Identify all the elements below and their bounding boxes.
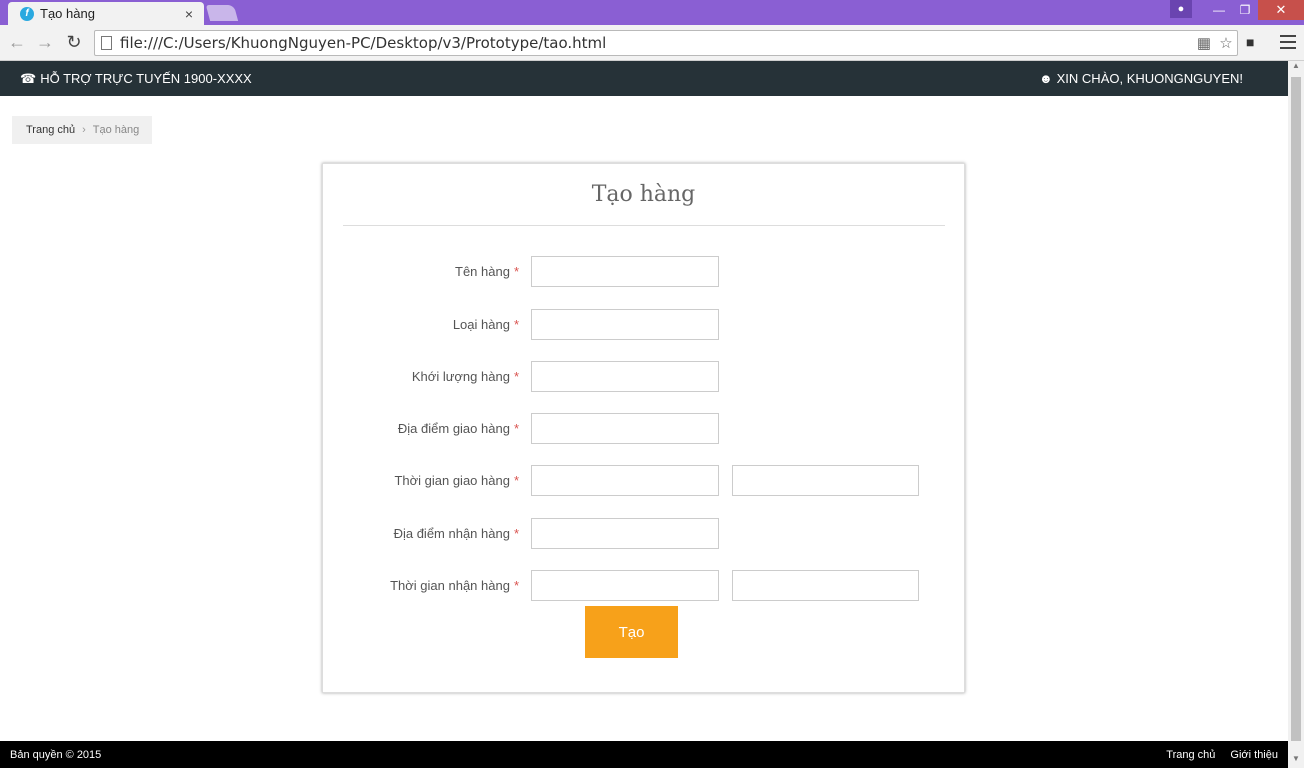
browser-toolbar: ← → ↻ file:///C:/Users/KhuongNguyen-PC/D…	[0, 25, 1304, 61]
scroll-thumb[interactable]	[1291, 77, 1301, 741]
khoi-luong-input[interactable]	[531, 361, 719, 392]
breadcrumb-current: Tạo hàng	[92, 124, 140, 136]
extension-icon[interactable]: ■	[1246, 34, 1264, 52]
scroll-up-arrow-icon[interactable]: ▲	[1288, 61, 1304, 75]
required-mark: *	[513, 369, 519, 384]
field-label: Địa điểm nhận hàng *	[393, 526, 519, 541]
form-row-loai-hang: Loại hàng *	[323, 309, 966, 340]
tab-close-icon[interactable]: ×	[182, 6, 196, 22]
phone-icon: ☎	[20, 70, 37, 86]
thoi-gian-nhan-time-input[interactable]	[732, 570, 919, 601]
field-label: Thời gian nhận hàng *	[390, 578, 519, 593]
required-mark: *	[513, 526, 519, 541]
new-tab-button[interactable]	[205, 5, 239, 21]
support-text: HỖ TRỢ TRỰC TUYẾN 1900-XXXX	[40, 71, 252, 86]
loai-hang-input[interactable]	[531, 309, 719, 340]
page-icon	[101, 36, 112, 50]
page-content: ☎ HỖ TRỢ TRỰC TUYẾN 1900-XXXX ☻ XIN CHÀO…	[0, 61, 1288, 768]
forward-arrow-icon[interactable]: →	[34, 31, 56, 53]
profile-icon[interactable]: ●	[1170, 0, 1192, 18]
dia-diem-nhan-input[interactable]	[531, 518, 719, 549]
translate-icon[interactable]: ▦	[1193, 34, 1215, 52]
ten-hang-input[interactable]	[531, 256, 719, 287]
restore-button[interactable]: ❐	[1232, 0, 1258, 20]
window-controls: ● — ❐ ✕	[1170, 0, 1304, 20]
user-greeting[interactable]: ☻ XIN CHÀO, KHUONGNGUYEN!	[1039, 71, 1243, 86]
form-row-thoi-gian-giao: Thời gian giao hàng *	[323, 465, 966, 496]
user-icon: ☻	[1038, 71, 1053, 86]
required-mark: *	[513, 317, 519, 332]
form-row-thoi-gian-nhan: Thời gian nhận hàng *	[323, 570, 966, 601]
form-row-ten-hang: Tên hàng *	[323, 256, 966, 287]
chrome-menu-icon[interactable]	[1280, 33, 1296, 51]
window-close-button[interactable]: ✕	[1258, 0, 1304, 20]
bookmark-star-icon[interactable]: ☆	[1215, 34, 1237, 52]
form-row-dia-diem-giao: Địa điểm giao hàng *	[323, 413, 966, 444]
form-row-khoi-luong: Khới lượng hàng *	[323, 361, 966, 392]
back-arrow-icon[interactable]: ←	[6, 31, 28, 53]
footer-link-about[interactable]: Giới thiệu	[1230, 749, 1278, 761]
breadcrumb-separator: ›	[82, 124, 86, 136]
footer-links: Trang chủ Giới thiệu	[1166, 749, 1278, 761]
field-label: Địa điểm giao hàng *	[397, 421, 519, 436]
required-mark: *	[513, 421, 519, 436]
scroll-down-arrow-icon[interactable]: ▼	[1288, 754, 1304, 768]
tab-title: Tạo hàng	[40, 6, 95, 21]
greeting-text[interactable]: XIN CHÀO, KHUONGNGUYEN!	[1057, 71, 1243, 86]
footer-link-home[interactable]: Trang chủ	[1166, 749, 1215, 761]
create-goods-form: Tạo hàng Tên hàng * Loại hàng * Khới lượng…	[322, 163, 965, 693]
top-header-bar: ☎ HỖ TRỢ TRỰC TUYẾN 1900-XXXX ☻ XIN CHÀO…	[0, 61, 1288, 96]
favicon-icon: f	[20, 6, 34, 21]
thoi-gian-giao-time-input[interactable]	[732, 465, 919, 496]
required-mark: *	[513, 473, 519, 488]
breadcrumb-home-link[interactable]: Trang chủ	[26, 124, 75, 136]
create-submit-button[interactable]: Tạo	[585, 606, 678, 658]
browser-tab[interactable]: f Tạo hàng ×	[8, 2, 204, 25]
breadcrumb: Trang chủ › Tạo hàng	[12, 116, 152, 144]
copyright-text: Bản quyền © 2015	[10, 748, 102, 761]
thoi-gian-nhan-date-input[interactable]	[531, 570, 719, 601]
support-hotline: ☎ HỖ TRỢ TRỰC TUYẾN 1900-XXXX	[20, 71, 252, 87]
minimize-button[interactable]: —	[1206, 0, 1232, 20]
form-divider	[343, 225, 945, 226]
browser-titlebar: f Tạo hàng × ● — ❐ ✕	[0, 0, 1304, 25]
required-mark: *	[513, 264, 519, 279]
thoi-gian-giao-date-input[interactable]	[531, 465, 719, 496]
page-scrollbar[interactable]: ▲ ▼	[1288, 61, 1304, 768]
field-label: Thời gian giao hàng *	[394, 473, 519, 488]
url-text[interactable]: file:///C:/Users/KhuongNguyen-PC/Desktop…	[120, 34, 1193, 52]
dia-diem-giao-input[interactable]	[531, 413, 719, 444]
field-label: Loại hàng *	[452, 317, 519, 332]
field-label: Khới lượng hàng *	[411, 369, 519, 384]
required-mark: *	[513, 578, 519, 593]
reload-icon[interactable]: ↻	[63, 31, 85, 53]
field-label: Tên hàng *	[455, 264, 519, 279]
form-row-dia-diem-nhan: Địa điểm nhận hàng *	[323, 518, 966, 549]
footer: Bản quyền © 2015 Trang chủ Giới thiệu	[0, 741, 1288, 768]
form-title: Tạo hàng	[591, 182, 696, 207]
address-bar[interactable]: file:///C:/Users/KhuongNguyen-PC/Desktop…	[94, 30, 1238, 56]
